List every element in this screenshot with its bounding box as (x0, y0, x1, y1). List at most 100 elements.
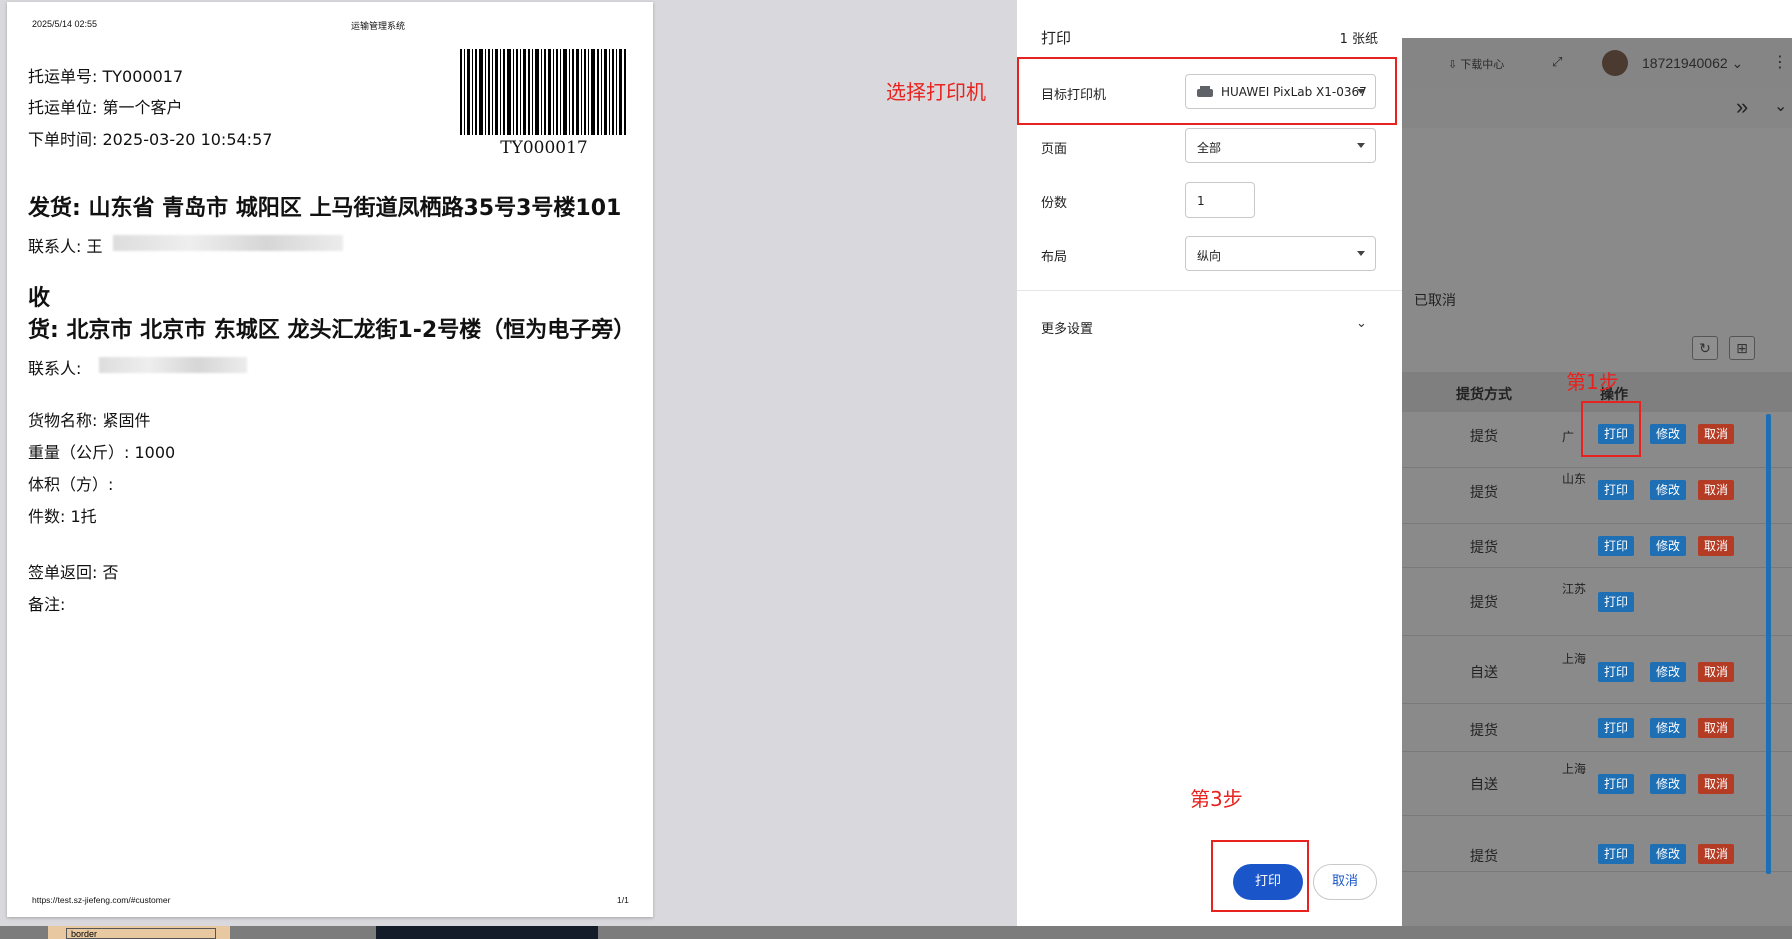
row-print-button[interactable]: 打印 (1598, 844, 1634, 864)
print-settings-panel: 打印 1 张纸 目标打印机 HUAWEI PixLab X1-0367 页面 全… (1017, 0, 1402, 926)
row-edit-button[interactable]: 修改 (1650, 424, 1686, 444)
page-footer-url: https://test.sz-jiefeng.com/#customer (32, 895, 171, 905)
layout-select[interactable]: 纵向 (1185, 236, 1376, 271)
layout-label: 布局 (1041, 250, 1068, 265)
more-settings-toggle[interactable]: 更多设置 (1041, 318, 1093, 337)
row-edit-button[interactable]: 修改 (1650, 774, 1686, 794)
order-time-line: 下单时间: 2025-03-20 10:54:57 (28, 126, 272, 150)
row-address: 上海 (1562, 652, 1587, 666)
ship-from: 山东省 青岛市 城阳区 上马街道凤栖路35号3号楼101 (88, 196, 622, 221)
row-cancel-button[interactable]: 取消 (1698, 774, 1734, 794)
row-cancel-button[interactable]: 取消 (1698, 536, 1734, 556)
barcode-text: TY000017 (500, 138, 588, 158)
row-print-button[interactable]: 打印 (1598, 536, 1634, 556)
bottom-tab: border (48, 926, 230, 939)
weight-line: 重量（公斤）: 1000 (28, 439, 175, 463)
volume-label: 体积（方）: (28, 475, 114, 494)
row-edit-button[interactable]: 修改 (1650, 480, 1686, 500)
download-center-link[interactable]: ⇩ 下载中心 (1448, 56, 1504, 72)
remark-label: 备注: (28, 595, 66, 614)
chevron-down-icon[interactable]: ⌄ (1774, 96, 1787, 116)
consignor: 第一个客户 (102, 98, 183, 117)
col-pickup-header: 提货方式 (1456, 386, 1512, 402)
row-cancel-button[interactable]: 取消 (1698, 718, 1734, 738)
row-cancel-button[interactable]: 取消 (1698, 662, 1734, 682)
ship-to-line: 收货: 北京市 北京市 东城区 龙头汇龙街1-2号楼（恒为电子旁） (28, 283, 648, 347)
row-pickup: 自送 (1470, 664, 1498, 680)
caret-down-icon (1357, 251, 1365, 256)
print-preview-area: 2025/5/14 02:55 运输管理系统 托运单号: TY000017 托运… (0, 0, 1017, 926)
pieces-label: 件数: (28, 507, 66, 526)
more-vertical-icon[interactable]: ⋮ (1772, 52, 1788, 72)
weight: 1000 (134, 443, 176, 462)
scrollbar[interactable] (1766, 414, 1771, 874)
table-row: 自送 上海 打印 修改 取消 (1402, 752, 1792, 816)
row-address: 上海 (1562, 762, 1587, 776)
row-print-button[interactable]: 打印 (1598, 662, 1634, 682)
row-cancel-button[interactable]: 取消 (1698, 480, 1734, 500)
cancel-button[interactable]: 取消 (1313, 864, 1377, 900)
row-cancel-button[interactable]: 取消 (1698, 844, 1734, 864)
ship-from-label: 发货: (28, 196, 81, 221)
double-chevron-right-icon[interactable]: » (1736, 94, 1748, 120)
row-pickup: 自送 (1470, 776, 1498, 792)
row-edit-button[interactable]: 修改 (1650, 662, 1686, 682)
annotation-step1: 第1步 (1566, 370, 1619, 394)
username[interactable]: 18721940062 ⌄ (1642, 55, 1743, 72)
row-print-button[interactable]: 打印 (1598, 480, 1634, 500)
row-print-button[interactable]: 打印 (1598, 718, 1634, 738)
redacted-contact-2 (99, 357, 247, 373)
order-no-label: 托运单号: (28, 67, 98, 86)
table-row: 提货 打印 修改 取消 (1402, 816, 1792, 872)
barcode (460, 49, 626, 135)
divider (1017, 290, 1402, 291)
page-footer-number: 1/1 (617, 895, 629, 905)
copies-value: 1 (1197, 194, 1205, 208)
avatar[interactable] (1602, 50, 1628, 76)
consignor-line: 托运单位: 第一个客户 (28, 94, 183, 118)
row-print-button[interactable]: 打印 (1598, 592, 1634, 612)
contact-label-2: 联系人: (28, 359, 82, 378)
table-row: 提货 山东 打印 修改 取消 (1402, 468, 1792, 524)
page-header-date: 2025/5/14 02:55 (32, 19, 98, 29)
ship-from-line: 发货: 山东省 青岛市 城阳区 上马街道凤栖路35号3号楼101 (28, 193, 648, 225)
sign-return-label: 签单返回: (28, 563, 98, 582)
contact-label-1: 联系人: (28, 237, 82, 256)
fullscreen-icon[interactable]: ⤢ (1552, 54, 1562, 70)
remark-line: 备注: (28, 591, 65, 615)
pages-value: 全部 (1197, 141, 1222, 155)
row-edit-button[interactable]: 修改 (1650, 844, 1686, 864)
weight-label: 重量（公斤）: (28, 443, 130, 462)
username-label: 18721940062 (1642, 55, 1728, 71)
row-pickup: 提货 (1470, 539, 1498, 555)
order-no: TY000017 (102, 67, 184, 86)
chevron-down-icon[interactable]: ⌄ (1356, 316, 1367, 331)
pieces-line: 件数: 1托 (28, 503, 97, 527)
table-row: 提货 江苏 打印 (1402, 568, 1792, 636)
row-cancel-button[interactable]: 取消 (1698, 424, 1734, 444)
row-edit-button[interactable]: 修改 (1650, 536, 1686, 556)
row-print-button[interactable]: 打印 (1598, 774, 1634, 794)
bottom-dark-panel (376, 926, 598, 939)
annotation-step3: 第3步 (1190, 787, 1243, 811)
contact-line-2: 联系人: (28, 355, 81, 379)
copies-label: 份数 (1041, 196, 1068, 211)
goods-label: 货物名称: (28, 411, 98, 430)
bottom-strip (0, 926, 1792, 939)
row-pickup: 提货 (1470, 484, 1498, 500)
row-edit-button[interactable]: 修改 (1650, 718, 1686, 738)
row-address: 江苏 (1562, 582, 1587, 596)
row-pickup: 提货 (1470, 428, 1498, 444)
contact-line-1: 联系人: 王 (28, 233, 103, 257)
status-tab-cancelled[interactable]: 已取消 (1414, 290, 1456, 310)
row-address: 山东 (1562, 472, 1587, 486)
order-time: 2025-03-20 10:54:57 (102, 130, 273, 149)
refresh-icon[interactable]: ↻ (1692, 336, 1718, 360)
goods-line: 货物名称: 紧固件 (28, 407, 151, 431)
highlight-printer-box (1017, 57, 1397, 125)
copies-input[interactable]: 1 (1185, 182, 1255, 218)
grid-icon[interactable]: ⊞ (1729, 336, 1755, 360)
pages-select[interactable]: 全部 (1185, 128, 1376, 163)
ship-to: 北京市 北京市 东城区 龙头汇龙街1-2号楼（恒为电子旁） (66, 318, 636, 343)
ship-to-label: 收货: (28, 286, 59, 343)
